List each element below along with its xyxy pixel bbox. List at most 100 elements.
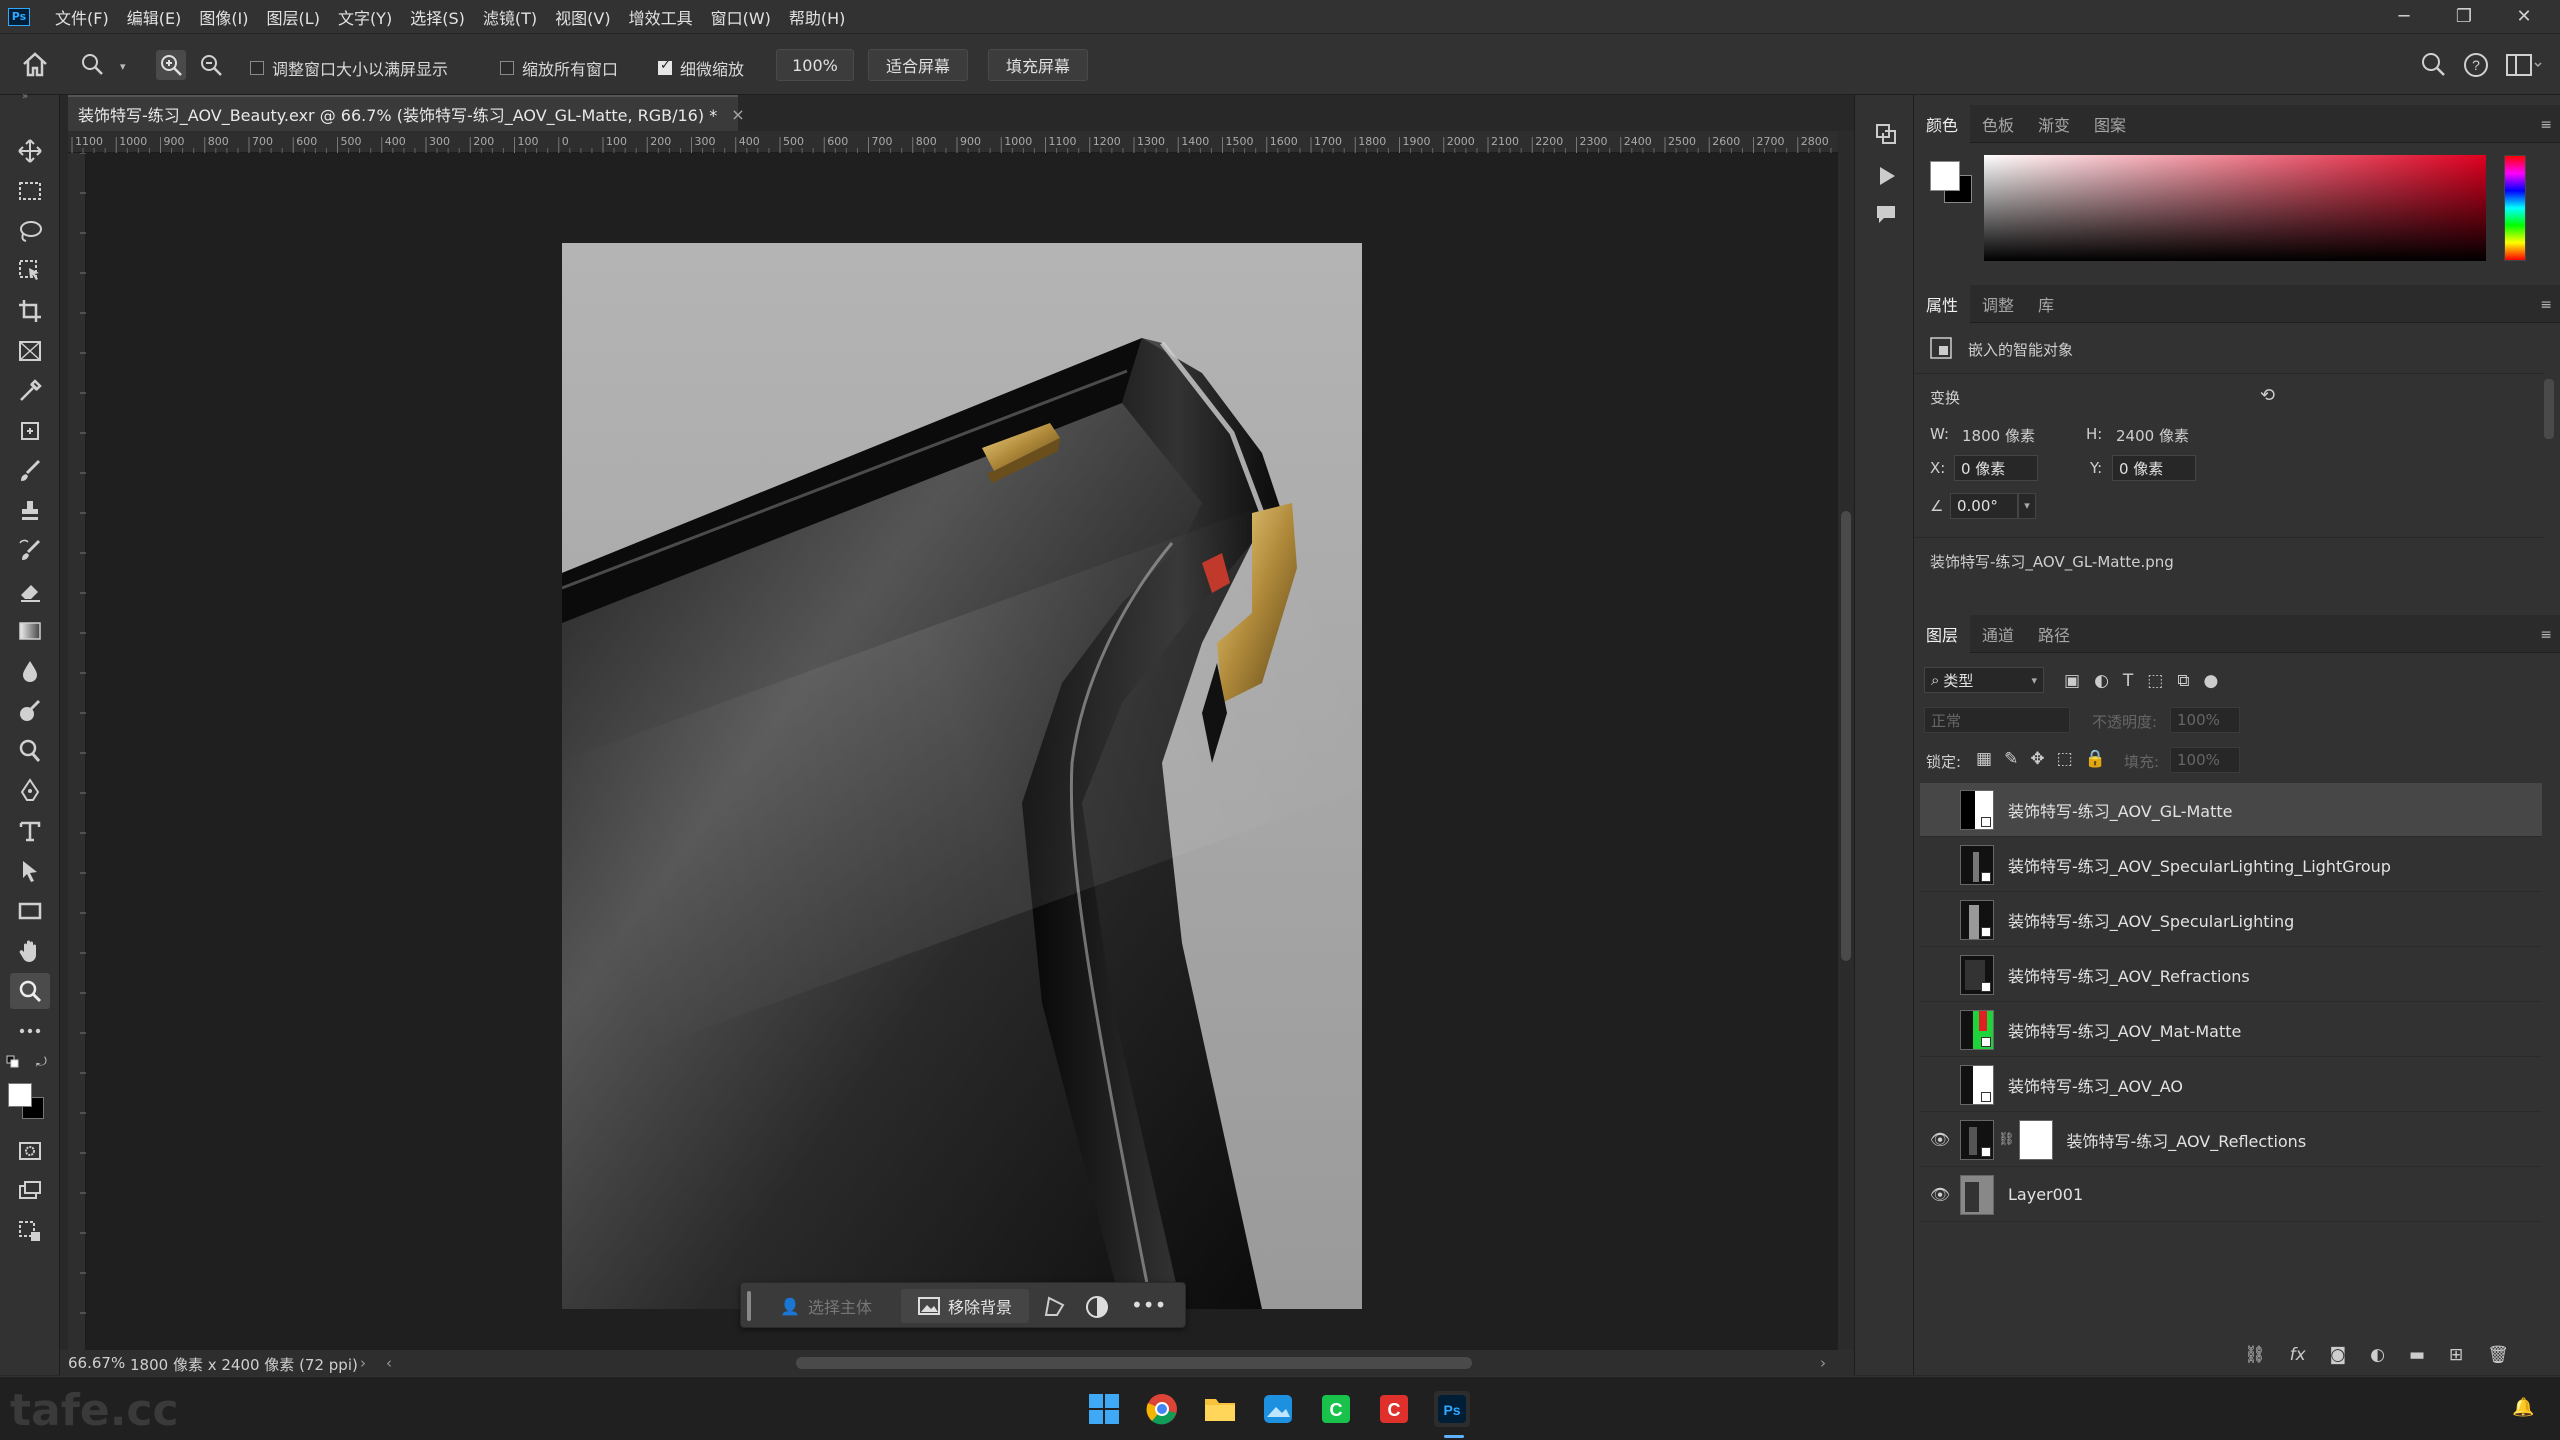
pixel-filter-icon[interactable]: ▣ <box>2064 671 2080 691</box>
zoom-out-icon[interactable] <box>196 50 226 80</box>
color-swatches[interactable] <box>8 1083 44 1119</box>
visibility-toggle[interactable] <box>1920 1058 1960 1112</box>
brush-tool-icon[interactable] <box>10 453 50 489</box>
eye-icon[interactable]: 👁 <box>1920 1113 1960 1167</box>
photoshop-taskbar-icon[interactable]: Ps <box>1434 1391 1470 1427</box>
collapse-icon[interactable]: » <box>22 91 28 102</box>
lasso-tool-icon[interactable] <box>10 213 50 249</box>
adjustment-icon[interactable] <box>1085 1295 1109 1319</box>
canvas-area[interactable] <box>86 153 1838 1350</box>
scrubby-zoom-checkbox[interactable]: 细微缩放 <box>658 56 744 80</box>
fill-field[interactable]: 100% <box>2170 747 2240 773</box>
crop-tool-icon[interactable] <box>10 293 50 329</box>
path-select-tool-icon[interactable] <box>10 853 50 889</box>
adjustment-layer-icon[interactable]: ◐ <box>2370 1345 2385 1365</box>
app-green-icon[interactable]: C <box>1318 1391 1354 1427</box>
menu-image[interactable]: 图像(I) <box>190 5 257 29</box>
restore-icon[interactable]: ❐ <box>2434 0 2494 33</box>
shape-filter-icon[interactable]: ⬚ <box>2147 671 2163 691</box>
menu-edit[interactable]: 编辑(E) <box>118 5 191 29</box>
chevron-down-icon[interactable]: ▾ <box>120 60 126 73</box>
lock-position-icon[interactable]: ✥ <box>2030 749 2044 769</box>
tab-patterns[interactable]: 图案 <box>2082 105 2138 143</box>
menu-window[interactable]: 窗口(W) <box>702 5 780 29</box>
new-group-icon[interactable]: ▬ <box>2409 1345 2425 1365</box>
layer-row[interactable]: 装饰特写-练习_AOV_SpecularLighting <box>1920 893 2542 947</box>
dodge-tool-icon[interactable] <box>10 693 50 729</box>
select-subject-button[interactable]: 👤 选择主体 <box>759 1289 893 1323</box>
scroll-left-icon[interactable]: ‹ <box>386 1354 392 1372</box>
menu-file[interactable]: 文件(F) <box>46 5 118 29</box>
chain-link-icon[interactable]: ⛓ <box>1998 1132 2015 1147</box>
menu-layer[interactable]: 图层(L) <box>258 5 329 29</box>
lock-transparent-icon[interactable]: ▦ <box>1976 749 1992 769</box>
eye-icon[interactable]: 👁 <box>1920 1168 1960 1222</box>
visibility-toggle[interactable] <box>1920 893 1960 947</box>
lock-pixels-icon[interactable]: ✎ <box>2004 749 2018 769</box>
dodge-tool-icon-2[interactable] <box>10 733 50 769</box>
tab-properties[interactable]: 属性 <box>1914 284 1971 323</box>
remove-background-button[interactable]: 移除背景 <box>901 1289 1029 1323</box>
photos-icon[interactable] <box>1260 1391 1296 1427</box>
type-tool-icon[interactable] <box>10 813 50 849</box>
tab-channels[interactable]: 通道 <box>1970 615 2026 653</box>
new-layer-icon[interactable]: ⊞ <box>2449 1345 2463 1365</box>
scroll-right-icon[interactable]: › <box>1820 1354 1826 1372</box>
move-tool-icon[interactable] <box>10 133 50 169</box>
stamp-tool-icon[interactable] <box>10 493 50 529</box>
zoom-tool-icon-active[interactable] <box>10 973 50 1009</box>
add-mask-icon[interactable]: ◙ <box>2330 1345 2347 1365</box>
layer-row[interactable]: 装饰特写-练习_AOV_GL-Matte <box>1920 783 2542 837</box>
opacity-field[interactable]: 100% <box>2170 707 2240 733</box>
tab-swatches[interactable]: 色板 <box>1970 105 2026 143</box>
gradient-tool-icon[interactable] <box>10 613 50 649</box>
menu-filter[interactable]: 滤镜(T) <box>474 5 546 29</box>
visibility-toggle[interactable] <box>1920 948 1960 1002</box>
chrome-icon[interactable] <box>1144 1391 1180 1427</box>
scroll-thumb[interactable] <box>1841 511 1851 961</box>
fit-screen-button[interactable]: 适合屏幕 <box>868 49 968 81</box>
foreground-color-swatch[interactable] <box>8 1083 32 1107</box>
visibility-toggle[interactable] <box>1920 838 1960 892</box>
default-colors-icon[interactable] <box>6 1055 20 1069</box>
tab-layers[interactable]: 图层 <box>1914 614 1971 653</box>
blend-mode-dropdown[interactable]: 正常 <box>1924 707 2070 733</box>
history-brush-tool-icon[interactable] <box>10 533 50 569</box>
edit-toolbar-icon[interactable] <box>10 1213 50 1249</box>
status-menu-icon[interactable]: › <box>360 1354 366 1372</box>
comments-icon[interactable] <box>1875 203 1897 225</box>
hue-slider[interactable] <box>2504 155 2526 261</box>
layer-row[interactable]: 装饰特写-练习_AOV_SpecularLighting_LightGroup <box>1920 838 2542 892</box>
zoom-tool-icon[interactable] <box>80 52 106 78</box>
adjustment-filter-icon[interactable]: ◐ <box>2094 671 2109 691</box>
menu-view[interactable]: 视图(V) <box>546 5 619 29</box>
fill-screen-button[interactable]: 填充屏幕 <box>988 49 1088 81</box>
horizontal-scroll-thumb[interactable] <box>796 1357 1472 1369</box>
notification-icon[interactable]: 🔔 <box>2512 1397 2534 1418</box>
document-tab[interactable]: 装饰特写-练习_AOV_Beauty.exr @ 66.7% (装饰特写-练习_… <box>68 95 745 131</box>
app-red-icon[interactable]: C <box>1376 1391 1412 1427</box>
transform-icon[interactable] <box>1043 1295 1067 1317</box>
fx-icon[interactable]: fx <box>2290 1345 2306 1365</box>
drag-handle[interactable] <box>747 1291 751 1321</box>
zoom-level[interactable]: 66.67% <box>68 1354 125 1372</box>
zoom-in-icon[interactable] <box>156 50 186 80</box>
x-field[interactable]: 0 像素 <box>1954 455 2038 481</box>
frame-tool-icon[interactable] <box>10 333 50 369</box>
zoom-all-windows-checkbox[interactable]: 缩放所有窗口 <box>500 56 618 80</box>
object-select-tool-icon[interactable] <box>10 253 50 289</box>
help-icon[interactable]: ? <box>2462 51 2490 79</box>
layer-mask-thumbnail[interactable] <box>2018 1119 2053 1160</box>
close-tab-icon[interactable]: × <box>731 105 744 124</box>
reset-transform-icon[interactable]: ⟲ <box>2260 385 2275 406</box>
panel-menu-icon[interactable]: ≡ <box>2540 627 2552 643</box>
file-explorer-icon[interactable] <box>1202 1391 1238 1427</box>
vertical-scrollbar[interactable] <box>1838 131 1854 1350</box>
quick-mask-icon[interactable] <box>10 1133 50 1169</box>
fg-bg-swatches[interactable] <box>1930 161 1974 205</box>
lock-artboard-icon[interactable]: ⬚ <box>2057 749 2073 769</box>
properties-scrollbar[interactable] <box>2544 379 2554 439</box>
more-options-icon[interactable]: ••• <box>1131 1293 1166 1317</box>
tab-color[interactable]: 颜色 <box>1914 104 1971 143</box>
layer-row[interactable]: 装饰特写-练习_AOV_AO <box>1920 1058 2542 1112</box>
